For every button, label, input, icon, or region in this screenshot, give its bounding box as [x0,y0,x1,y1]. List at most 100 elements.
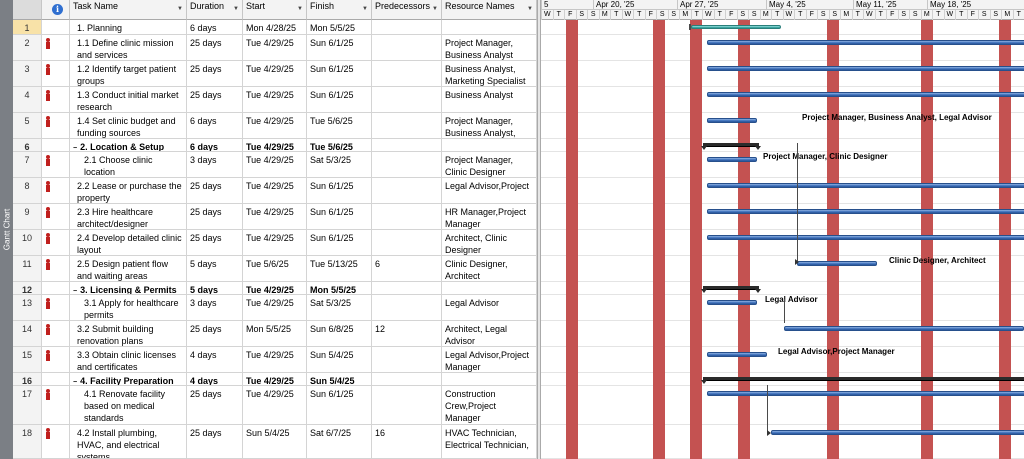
task-name-cell[interactable]: −3. Licensing & Permits [70,282,187,294]
task-name-cell[interactable]: 2.1 Choose clinic location [70,152,187,177]
timescale-week-label[interactable]: Apr 20, '25 [593,0,634,10]
finish-cell[interactable]: Sun 6/1/25 [307,61,372,86]
predecessors-cell[interactable] [372,204,442,229]
timescale-day-label[interactable]: W [702,10,714,20]
timescale-day-label[interactable]: S [656,10,668,20]
predecessors-cell[interactable]: 12 [372,321,442,346]
start-cell[interactable]: Mon 5/5/25 [243,321,307,346]
chevron-down-icon[interactable]: ▼ [362,6,368,12]
timescale-day-label[interactable]: T [690,10,703,20]
row-id[interactable]: 10 [13,230,42,255]
task-name-cell[interactable]: 2.5 Design patient flow and waiting area… [70,256,187,281]
timescale-day-label[interactable]: M [679,10,691,20]
row-id[interactable]: 13 [13,295,42,320]
duration-cell[interactable]: 6 days [187,20,243,34]
task-row[interactable]: 1 1. Planning 6 days Mon 4/28/25 Mon 5/5/25 [13,20,537,35]
gantt-chart[interactable]: 5 Apr 20, '25 Apr 27, '25 May 4, '25 May 11,… [541,0,1024,459]
predecessors-cell[interactable] [372,386,442,424]
start-cell[interactable]: Tue 4/29/25 [243,139,307,151]
finish-cell[interactable]: Sun 6/1/25 [307,204,372,229]
task-name-cell[interactable]: 2.2 Lease or purchase the property [70,178,187,203]
timescale-day-label[interactable]: F [886,10,898,20]
timescale-day-label[interactable]: W [782,10,795,20]
timescale-day-label[interactable]: T [633,10,645,20]
timescale-day-label[interactable]: S [989,10,1002,20]
chevron-down-icon[interactable]: ▼ [432,6,438,12]
finish-cell[interactable]: Sat 6/7/25 [307,425,372,458]
duration-cell[interactable]: 5 days [187,256,243,281]
finish-cell[interactable]: Sun 6/1/25 [307,178,372,203]
row-id[interactable]: 7 [13,152,42,177]
timescale-day-label[interactable]: F [644,10,657,20]
duration-cell[interactable]: 25 days [187,321,243,346]
task-name-cell[interactable]: −2. Location & Setup [70,139,187,151]
resource-names-cell[interactable]: Legal Advisor,Project [442,178,537,203]
row-id[interactable]: 9 [13,204,42,229]
predecessors-cell[interactable]: 16 [372,425,442,458]
resource-names-cell[interactable]: Project Manager, Business Analyst, [442,113,537,138]
task-bar[interactable] [707,352,767,357]
predecessors-cell[interactable] [372,295,442,320]
task-row[interactable]: 4 1.3 Conduct initial market research 25 d… [13,87,537,113]
task-bar[interactable] [707,300,757,305]
timescale-day-label[interactable]: S [736,10,749,20]
predecessors-cell[interactable] [372,20,442,34]
predecessors-cell[interactable] [372,61,442,86]
task-name-cell[interactable]: 2.3 Hire healthcare architect/designer [70,204,187,229]
row-id[interactable]: 12 [13,282,42,294]
duration-cell[interactable]: 25 days [187,61,243,86]
start-cell[interactable]: Sun 5/4/25 [243,425,307,458]
row-id[interactable]: 11 [13,256,42,281]
summary-task-bar[interactable] [691,25,781,29]
predecessors-cell[interactable] [372,282,442,294]
task-row[interactable]: 10 2.4 Develop detailed clinic layout 25 d… [13,230,537,256]
task-bar[interactable] [707,118,757,123]
finish-cell[interactable]: Sat 5/3/25 [307,295,372,320]
task-bar[interactable] [707,40,1024,45]
timescale-day-label[interactable]: F [966,10,979,20]
start-cell[interactable]: Tue 4/29/25 [243,347,307,372]
task-row[interactable]: 18 4.2 Install plumbing, HVAC, and electr… [13,425,537,459]
timescale-day-label[interactable]: F [725,10,737,20]
timescale-top-tier[interactable]: 5 Apr 20, '25 Apr 27, '25 May 4, '25 May 11,… [541,0,1024,10]
task-name-cell[interactable]: 1.2 Identify target patient groups [70,61,187,86]
timescale-week-label[interactable]: 5 [541,0,548,10]
start-cell[interactable]: Tue 4/29/25 [243,87,307,112]
task-row[interactable]: 9 2.3 Hire healthcare architect/designer 2… [13,204,537,230]
summary-task-row[interactable]: 16−4. Facility Preparation 4 days Tue 4/29… [13,373,537,386]
task-row[interactable]: 7 2.1 Choose clinic location 3 days Tue 4/2… [13,152,537,178]
predecessors-cell[interactable] [372,152,442,177]
start-cell[interactable]: Tue 4/29/25 [243,178,307,203]
timescale-day-label[interactable]: M [1001,10,1013,20]
timescale-day-label[interactable]: T [874,10,887,20]
timescale-day-label[interactable]: W [621,10,634,20]
task-row[interactable]: 14 3.2 Submit building renovation plans 25… [13,321,537,347]
task-bar[interactable] [771,430,1024,435]
duration-cell[interactable]: 3 days [187,152,243,177]
finish-cell[interactable]: Sun 6/8/25 [307,321,372,346]
row-id[interactable]: 3 [13,61,42,86]
resource-names-cell[interactable]: Legal Advisor,Project Manager [442,347,537,372]
duration-cell[interactable]: 3 days [187,295,243,320]
resource-names-cell[interactable] [442,139,537,151]
predecessors-cell[interactable] [372,113,442,138]
task-bar[interactable] [707,183,1024,188]
duration-cell[interactable]: 4 days [187,347,243,372]
duration-cell[interactable]: 6 days [187,113,243,138]
predecessors-cell[interactable] [372,373,442,385]
summary-task-row[interactable]: 12−3. Licensing & Permits 5 days Tue 4/29/… [13,282,537,295]
duration-cell[interactable]: 25 days [187,87,243,112]
timescale-day-label[interactable]: S [667,10,680,20]
timescale-day-label[interactable]: T [851,10,864,20]
predecessors-cell[interactable] [372,139,442,151]
timescale-day-label[interactable]: S [897,10,910,20]
task-name-cell[interactable]: 3.2 Submit building renovation plans [70,321,187,346]
chevron-down-icon[interactable]: ▼ [527,6,533,12]
row-id[interactable]: 2 [13,35,42,60]
duration-header[interactable]: Duration ▼ [187,0,243,20]
timescale-week-label[interactable]: May 4, '25 [766,0,806,10]
start-cell[interactable]: Tue 4/29/25 [243,113,307,138]
resource-names-cell[interactable] [442,373,537,385]
resource-names-cell[interactable]: Construction Crew,Project Manager [442,386,537,424]
timescale-week-label[interactable]: Apr 27, '25 [677,0,718,10]
